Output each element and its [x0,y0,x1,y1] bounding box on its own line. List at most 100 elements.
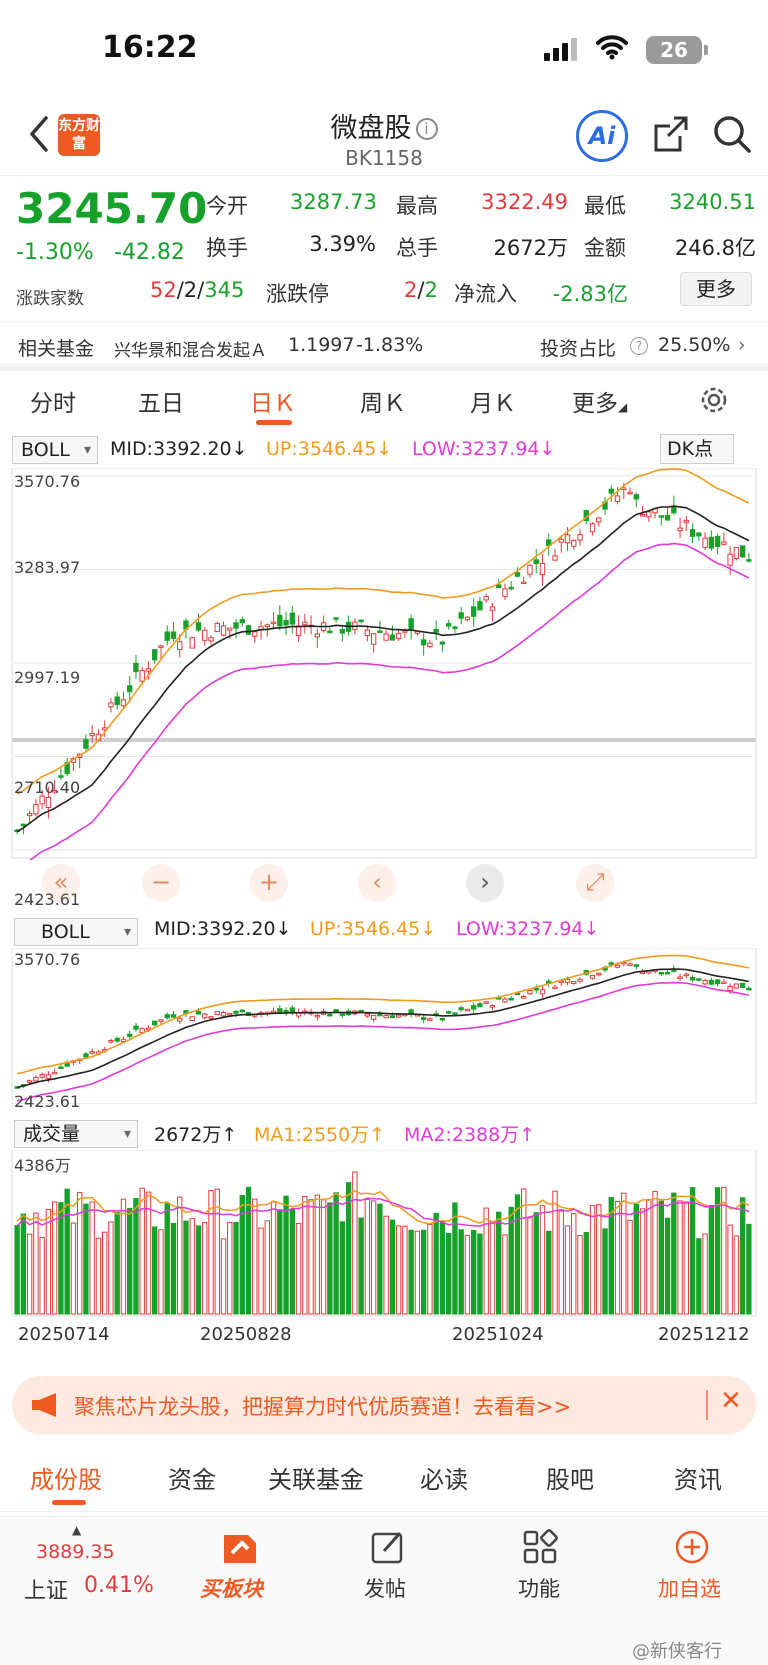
more-button[interactable]: 更多 [680,272,752,306]
candle-body [521,581,527,585]
ai-button[interactable]: Ai [576,110,628,162]
scroll-left-icon[interactable]: ‹ [358,864,396,902]
help-icon[interactable]: ? [630,337,648,355]
candle-body [427,1018,433,1021]
search-icon[interactable] [712,114,752,154]
candle-body [158,645,164,648]
wifi-icon [596,35,628,60]
volume-bar [277,1209,283,1315]
dk-label: DK点 [667,438,714,460]
candle-body [445,1011,452,1014]
main-low: LOW:3237.94↓ [412,438,556,460]
scroll-left-fast-icon[interactable]: « [42,864,80,902]
add-circle-icon[interactable] [674,1529,710,1565]
volume-indicator-select[interactable]: 成交量 [14,1120,138,1148]
tab-capital[interactable]: 资金 [168,1460,216,1495]
candle-body [721,981,727,985]
mini-indicator-select[interactable]: BOLL [14,918,138,946]
volume-bar [464,1234,471,1315]
volume-bar [370,1200,377,1315]
candle-body [283,619,289,626]
gear-icon[interactable] [698,384,730,416]
volume-bar [76,1192,83,1315]
candle-body [702,980,708,985]
mini-kline-chart[interactable] [0,948,768,1104]
volume-bar [646,1199,652,1315]
tab-weekly-k[interactable]: 周Ｋ [360,384,406,418]
promo-banner[interactable]: 聚焦芯片龙头股，把握算力时代优质赛道！去看看>> ✕ [12,1376,756,1434]
volume-chart[interactable] [0,1150,768,1318]
edit-icon[interactable] [370,1529,406,1565]
candle-body [739,545,746,558]
candle-body [427,642,433,648]
volume-bar [696,1238,702,1315]
candle-body [302,621,308,626]
candle-body [389,1015,396,1019]
volume-bar [689,1187,696,1315]
close-icon[interactable]: ✕ [720,1386,742,1416]
add-watchlist-button[interactable]: 加自选 [658,1573,721,1603]
turnover-label: 换手 [206,236,248,260]
candle-body [164,1014,170,1019]
candle-body [189,637,195,649]
tab-news[interactable]: 资讯 [674,1460,722,1495]
volume-bar [164,1203,170,1315]
index-value[interactable]: 3889.35 [36,1541,115,1563]
post-button[interactable]: 发帖 [364,1573,406,1603]
volume-bar [420,1229,427,1315]
tab-constituents[interactable]: 成份股 [30,1460,102,1495]
volume-bar [539,1205,546,1315]
zoom-in-button[interactable]: + [250,864,288,902]
candle-body [26,1080,33,1083]
high-label: 最高 [396,194,438,218]
candle-body [577,534,583,541]
candle-body [633,494,639,500]
date-label-2: 20250828 [200,1324,292,1345]
related-fund-row[interactable]: 相关基金 兴华景和混合发起Ａ 1.1997 -1.83% 投资占比 ? 25.5… [0,321,768,371]
volume-bar [714,1187,721,1315]
index-percent[interactable]: 0.41% [84,1573,154,1598]
limit-values: 2/2 [404,278,438,302]
tab-monthly-k[interactable]: 月Ｋ [470,384,516,418]
volume-bar [739,1197,746,1315]
volume-bar [308,1199,314,1315]
index-name[interactable]: 上证 [24,1573,68,1605]
candle-body [746,987,752,991]
tab-daily-k[interactable]: 日Ｋ [250,384,296,418]
buy-block-button[interactable]: 买板块 [196,1517,280,1617]
main-kline-chart[interactable] [0,468,768,860]
candle-body [614,964,621,968]
fullscreen-icon[interactable]: ⤢ [576,864,614,902]
volume-bar [433,1212,439,1315]
candle-body [108,1040,114,1043]
info-icon[interactable]: i [415,118,438,140]
tab-intraday[interactable]: 分时 [30,384,76,418]
volume-bar [352,1171,358,1315]
tab-must-read[interactable]: 必读 [420,1460,468,1495]
content-tabs: 成份股 资金 关联基金 必读 股吧 资讯 [0,1446,768,1512]
dk-select[interactable]: DK点 [660,434,734,464]
scroll-right-icon[interactable]: › [466,864,504,902]
candle-body [708,979,715,985]
volume-bar [489,1221,496,1315]
bottom-bar: ▲ 3889.35 上证 0.41% 买板块 发帖 功能 加自选 @新侠客行 [0,1516,768,1665]
tab-forum[interactable]: 股吧 [546,1460,594,1495]
tab-related-funds[interactable]: 关联基金 [268,1460,364,1495]
volume-bar [533,1212,539,1315]
tab-five-day[interactable]: 五日 [138,384,184,418]
zoom-out-button[interactable]: − [142,864,180,902]
main-indicator-select[interactable]: BOLL [12,436,98,464]
candle-body [439,1017,446,1021]
grid-icon[interactable] [522,1529,558,1565]
volume-bar [383,1215,389,1315]
chart-area[interactable]: BOLL MID:3392.20↓ UP:3546.45↓ LOW:3237.9… [0,428,768,1364]
candle-body [452,1012,458,1015]
candle-body [39,795,45,805]
candle-body [152,1020,158,1026]
function-button[interactable]: 功能 [518,1573,560,1603]
candle-body [26,813,33,817]
tab-more[interactable]: 更多◢ [572,384,627,418]
share-icon[interactable] [652,114,690,154]
volume-bar [220,1238,227,1315]
volume-bar [283,1195,289,1315]
